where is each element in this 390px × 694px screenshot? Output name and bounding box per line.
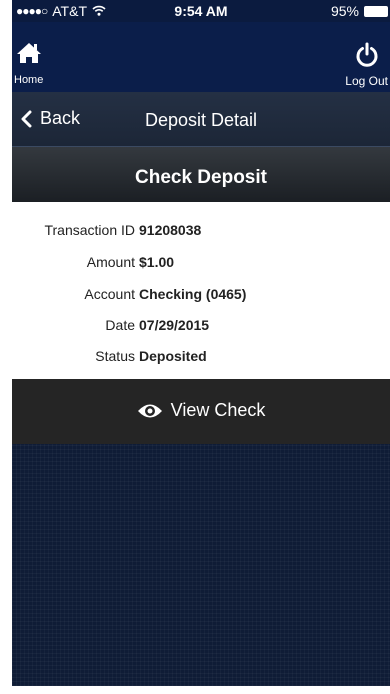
detail-label: Date [105, 317, 135, 333]
detail-value: Checking (0465) [139, 286, 247, 302]
navigation-bar: Back Deposit Detail [12, 92, 390, 147]
detail-row-status: Status Deposited [12, 348, 390, 368]
app-header: Home Log Out [12, 22, 390, 92]
detail-row-amount: Amount $1.00 [12, 254, 390, 274]
detail-row-transaction-id: Transaction ID 91208038 [12, 222, 390, 242]
power-icon [356, 42, 378, 67]
home-icon [17, 43, 41, 63]
deposit-details: Transaction ID 91208038 Amount $1.00 Acc… [12, 202, 390, 379]
detail-value: $1.00 [139, 254, 175, 270]
detail-value: 07/29/2015 [139, 317, 210, 333]
battery-percent: 95% [330, 3, 359, 19]
section-header: Check Deposit [12, 147, 390, 202]
detail-value: Deposited [139, 348, 207, 364]
home-button[interactable]: Home [14, 42, 58, 86]
detail-label: Account [84, 286, 135, 302]
detail-label: Status [95, 348, 135, 364]
status-bar: ●●●●○ AT&T 9:54 AM 95% [12, 0, 390, 22]
device-screen: ●●●●○ AT&T 9:54 AM 95% Home Log Out Back… [12, 0, 390, 694]
logout-label: Log Out [345, 74, 388, 88]
detail-value: 91208038 [139, 222, 202, 238]
view-check-label: View Check [170, 400, 266, 420]
detail-row-date: Date 07/29/2015 [12, 317, 390, 337]
battery-icon [364, 5, 388, 17]
page-title: Deposit Detail [144, 110, 258, 130]
detail-label: Transaction ID [44, 222, 135, 238]
eye-icon [137, 404, 162, 417]
background-pattern [12, 444, 390, 694]
bottom-border [0, 686, 390, 694]
detail-label: Amount [86, 254, 135, 270]
view-check-button[interactable]: View Check [12, 379, 390, 444]
logout-button[interactable]: Log Out [336, 42, 388, 88]
detail-row-account: Account Checking (0465) [12, 286, 390, 306]
home-label: Home [14, 74, 44, 86]
status-right: 95% [331, 3, 388, 19]
